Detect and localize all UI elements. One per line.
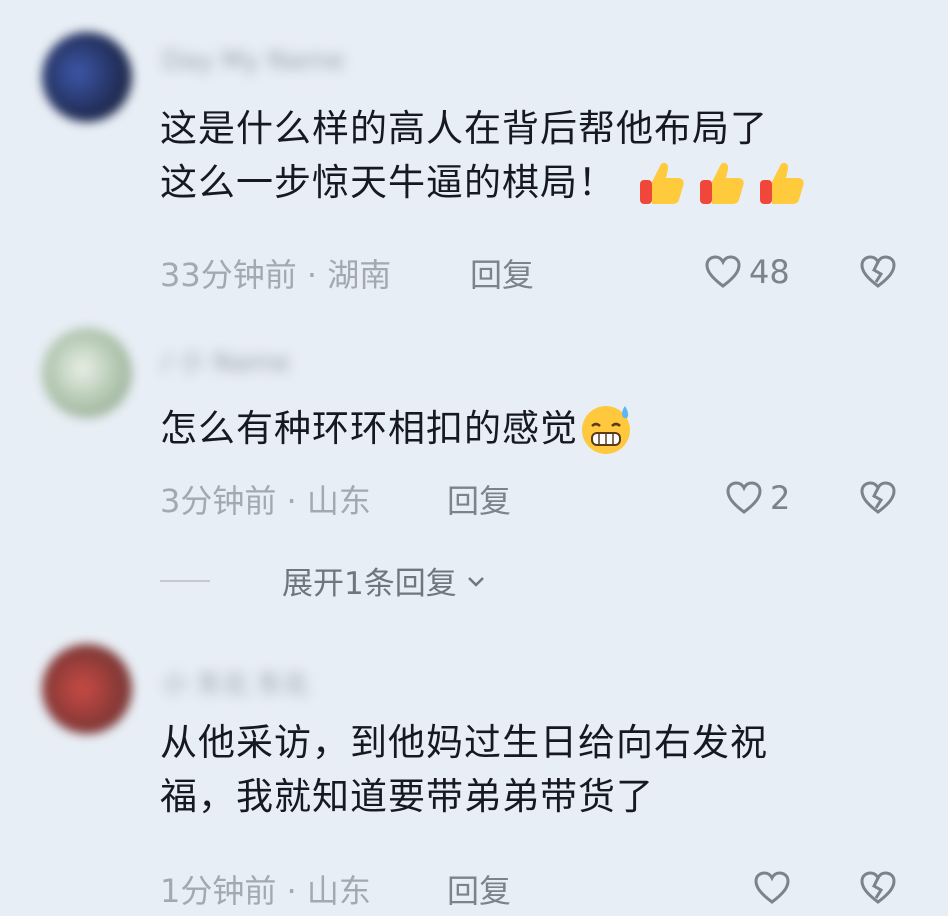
thumbs-up-icon [760, 162, 804, 204]
thumbs-up-icon [700, 162, 744, 204]
broken-heart-icon[interactable] [858, 868, 898, 908]
reply-button[interactable]: 回复 [470, 250, 534, 296]
like-button[interactable] [752, 868, 792, 908]
comment-text: 这是什么样的高人在背后帮他布局了 这么一步惊天牛逼的棋局！ [160, 102, 900, 210]
username[interactable]: 小 东北 东北 [162, 664, 309, 700]
thumbs-up-icon [640, 162, 684, 204]
expand-replies-button[interactable]: 展开1条回复 [160, 558, 489, 603]
time-location: 3分钟前 · 山东 [160, 482, 371, 520]
username[interactable]: Day My Name [162, 46, 344, 76]
chevron-down-icon [467, 576, 484, 587]
comment-text-line: 福，我就知道要带弟弟带货了 [160, 775, 654, 818]
reply-button[interactable]: 回复 [447, 866, 511, 912]
like-count: 48 [749, 253, 790, 291]
time-location: 33分钟前 · 湖南 [160, 256, 392, 294]
comment-text-line: 从他采访，到他妈过生日给向右发祝 [160, 721, 768, 764]
like-button[interactable]: 2 [724, 478, 790, 518]
comment-text: 怎么有种环环相扣的感觉 [160, 400, 900, 458]
time-location: 1分钟前 · 山东 [160, 872, 371, 910]
comment-text: 从他采访，到他妈过生日给向右发祝 福，我就知道要带弟弟带货了 [160, 716, 900, 824]
avatar[interactable] [42, 644, 132, 734]
divider [160, 579, 210, 582]
expand-replies-label: 展开1条回复 [282, 566, 457, 602]
avatar[interactable] [42, 328, 132, 418]
reply-button[interactable]: 回复 [447, 476, 511, 522]
heart-icon [726, 481, 762, 514]
heart-icon [754, 871, 790, 904]
username[interactable]: / 小 Name [162, 342, 290, 378]
comment-text-line: 这么一步惊天牛逼的棋局！ [160, 156, 900, 210]
like-count: 2 [770, 479, 791, 517]
grimacing-sweat-emoji-icon [582, 406, 630, 454]
comment-text-line: 这是什么样的高人在背后帮他布局了 [160, 107, 768, 150]
heart-icon [705, 255, 741, 288]
broken-heart-icon[interactable] [858, 252, 898, 292]
avatar[interactable] [42, 32, 132, 122]
broken-heart-icon[interactable] [858, 478, 898, 518]
comment-text-line: 怎么有种环环相扣的感觉 [160, 407, 578, 450]
like-button[interactable]: 48 [703, 252, 790, 292]
